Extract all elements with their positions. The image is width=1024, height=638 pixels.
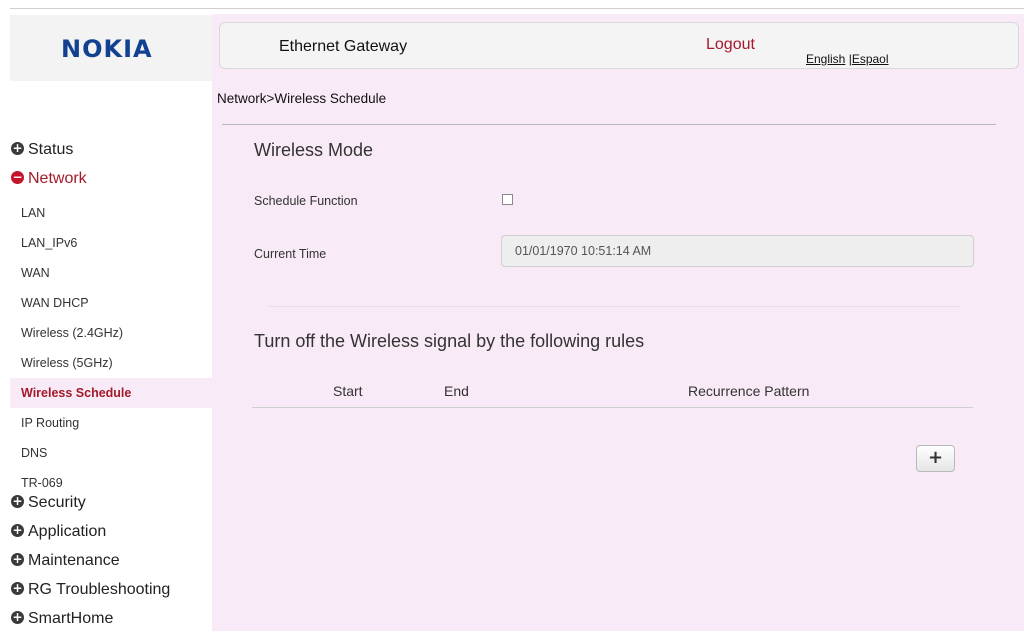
sidebar-item-label: Application	[28, 523, 107, 540]
sidebar-item-ip-routing[interactable]: IP Routing	[10, 408, 212, 438]
sidebar-item-smarthome[interactable]: + SmartHome	[10, 609, 212, 638]
sidebar-nav-bottom: + Security + Application + Maintenance +…	[10, 493, 212, 638]
sidebar-item-status[interactable]: + Status	[10, 140, 212, 169]
sidebar-item-label: Network	[28, 170, 87, 187]
schedule-function-checkbox[interactable]	[502, 194, 513, 205]
sidebar-item-label: RG Troubleshooting	[28, 581, 171, 598]
plus-circle-icon: +	[11, 581, 24, 595]
sidebar-item-label: Security	[28, 494, 86, 511]
sidebar-item-wan-dhcp[interactable]: WAN DHCP	[10, 288, 212, 318]
plus-circle-icon: +	[11, 494, 24, 508]
logout-link[interactable]: Logout	[706, 36, 755, 54]
sidebar-item-wireless-schedule[interactable]: Wireless Schedule	[10, 378, 212, 408]
sidebar-item-lan-ipv6[interactable]: LAN_IPv6	[10, 228, 212, 258]
current-time-label: Current Time	[254, 247, 327, 261]
minus-circle-icon: −	[11, 170, 24, 184]
sidebar-item-rg-troubleshooting[interactable]: + RG Troubleshooting	[10, 580, 212, 609]
table-header-divider	[252, 407, 973, 408]
lang-english-link[interactable]: English	[806, 52, 845, 66]
nokia-logo: NOKIA	[61, 35, 153, 63]
sidebar-item-label: Maintenance	[28, 552, 120, 569]
language-switcher: English |Espaol	[806, 52, 889, 66]
rules-title: Turn off the Wireless signal by the foll…	[254, 331, 645, 351]
column-header-start: Start	[333, 383, 363, 399]
sidebar-item-wireless-5ghz[interactable]: Wireless (5GHz)	[10, 348, 212, 378]
sidebar-nav: + Status − Network LAN LAN_IPv6 WAN WAN …	[10, 140, 212, 498]
sidebar-item-wireless-24ghz[interactable]: Wireless (2.4GHz)	[10, 318, 212, 348]
sidebar-item-label: SmartHome	[28, 610, 114, 627]
plus-circle-icon: +	[11, 523, 24, 537]
column-header-recurrence: Recurrence Pattern	[688, 383, 810, 399]
sidebar-item-dns[interactable]: DNS	[10, 438, 212, 468]
sidebar-item-wan[interactable]: WAN	[10, 258, 212, 288]
schedule-function-label: Schedule Function	[254, 194, 358, 208]
lang-spanish-link[interactable]: Espaol	[852, 52, 889, 66]
header-bar: Ethernet Gateway Logout English |Espaol	[219, 22, 1019, 69]
wireless-mode-title: Wireless Mode	[254, 140, 374, 160]
sidebar-item-label: Status	[28, 141, 74, 158]
sidebar-item-application[interactable]: + Application	[10, 522, 212, 551]
sidebar-item-maintenance[interactable]: + Maintenance	[10, 551, 212, 580]
plus-circle-icon: +	[11, 610, 24, 624]
gateway-title: Ethernet Gateway	[279, 38, 408, 55]
add-rule-button[interactable]: +	[916, 445, 955, 472]
plus-circle-icon: +	[11, 141, 24, 155]
divider	[222, 124, 996, 125]
sidebar-item-lan[interactable]: LAN	[10, 198, 212, 228]
column-header-end: End	[444, 383, 469, 399]
divider	[267, 306, 960, 307]
plus-circle-icon: +	[11, 552, 24, 566]
breadcrumb: Network>Wireless Schedule	[217, 91, 387, 106]
sidebar-item-security[interactable]: + Security	[10, 493, 212, 522]
sidebar: NOKIA + Status − Network LAN LAN_IPv6 WA…	[10, 9, 212, 631]
main-content: Ethernet Gateway Logout English |Espaol …	[212, 14, 1024, 631]
current-time-field: 01/01/1970 10:51:14 AM	[501, 235, 974, 267]
logo-area: NOKIA	[10, 15, 212, 81]
sidebar-item-network[interactable]: − Network	[10, 169, 212, 198]
